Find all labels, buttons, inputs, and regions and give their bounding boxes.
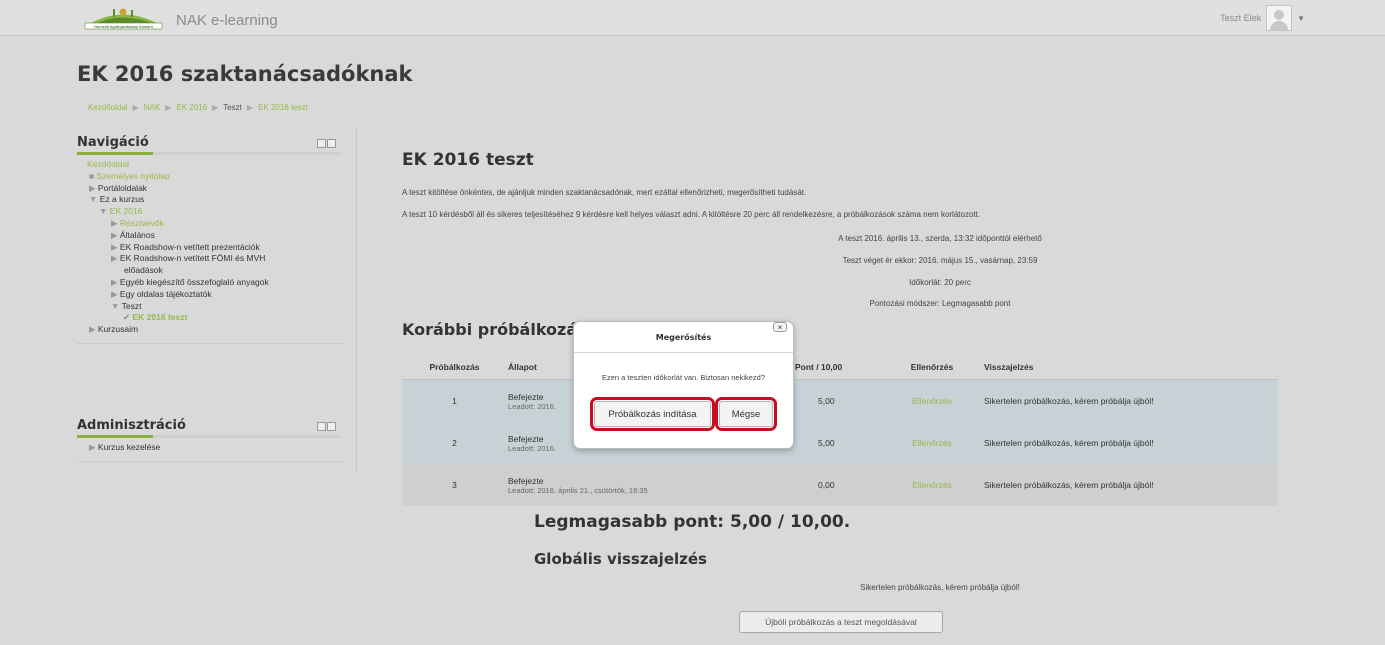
dialog-message: Ezen a teszten időkorlát van. Biztosan n…	[601, 373, 765, 382]
attempt-number: 3	[402, 464, 507, 506]
breadcrumb: Kezdőoldal ▶ NAK ▶ EK 2016 ▶ Teszt ▶ EK …	[88, 103, 308, 112]
nav-item-other-materials[interactable]: ▶ Egyéb kiegészítő összefoglaló anyagok	[77, 277, 342, 289]
nav-item-fomi-mvh[interactable]: ▶ EK Roadshow-n vetített FÖMI és MVH	[77, 253, 342, 265]
review-link[interactable]: Ellenőrzés	[881, 464, 983, 506]
breadcrumb-quiz[interactable]: EK 2016 teszt	[258, 103, 308, 112]
breadcrumb-separator-icon: ▶	[165, 103, 172, 112]
user-name[interactable]: Teszt Elek	[1220, 13, 1261, 23]
attempt-feedback: Sikertelen próbálkozás, kérem próbálja ú…	[983, 422, 1278, 464]
attempt-feedback: Sikertelen próbálkozás, kérem próbálja ú…	[983, 379, 1278, 422]
nav-item-one-page[interactable]: ▶ Egy oldalas tájékoztatók	[77, 289, 342, 301]
nav-item-dashboard[interactable]: ■ Személyes nyitólap	[77, 171, 342, 183]
nak-logo[interactable]: Nemzeti Agrárgazdasági Kamara	[83, 4, 164, 31]
attempt-number: 2	[402, 422, 507, 464]
nav-item-fomi-mvh-line2[interactable]: előadások	[77, 265, 342, 277]
navigation-block: Navigáció Kezdőoldal ■ Személyes nyitóla…	[77, 135, 342, 344]
attempts-title: Korábbi próbálkozás	[402, 320, 587, 339]
dock-icon[interactable]	[327, 422, 336, 431]
quiz-intro-2: A teszt 10 kérdésből áll és sikeres telj…	[402, 210, 981, 219]
start-attempt-button[interactable]: Próbálkozás indítása	[590, 397, 715, 431]
administration-tree: ▶ Kurzus kezelése	[77, 442, 342, 454]
quiz-icon: ✔	[123, 312, 131, 323]
user-menu[interactable]: Teszt Elek ▼	[1220, 5, 1305, 31]
nav-item-ek2016[interactable]: ▼ EK 2016	[77, 206, 342, 218]
global-feedback-title: Globális visszajelzés	[534, 550, 707, 568]
confirmation-dialog: Megerősítés × Ezen a teszten időkorlát v…	[573, 321, 794, 449]
quiz-intro-1: A teszt kitöltése önkéntes, de ajánljuk …	[402, 188, 807, 197]
attempt-grade: 5,00	[794, 379, 881, 422]
breadcrumb-section: Teszt	[223, 103, 242, 112]
nav-item-home[interactable]: Kezdőoldal	[77, 159, 342, 171]
breadcrumb-course[interactable]: EK 2016	[176, 103, 207, 112]
nav-item-general[interactable]: ▶ Általános	[77, 230, 342, 242]
review-link[interactable]: Ellenőrzés	[881, 422, 983, 464]
collapse-icon[interactable]	[317, 139, 326, 148]
dialog-title: Megerősítés	[655, 333, 712, 342]
chevron-down-icon[interactable]: ▼	[1297, 14, 1305, 23]
table-row: 3 Befejezte Leadott: 2016. április 21., c…	[402, 464, 1278, 506]
administration-title: Adminisztráció	[77, 418, 186, 433]
block-divider	[77, 342, 342, 344]
header-attempt: Próbálkozás	[429, 362, 480, 372]
site-brand[interactable]: NAK e-learning	[176, 12, 278, 29]
column-divider	[356, 128, 357, 473]
nav-item-presentations[interactable]: ▶ EK Roadshow-n vetített prezentációk	[77, 242, 342, 254]
header-grade: Pont / 10,00	[795, 362, 843, 372]
nav-item-this-course[interactable]: ▼ Ez a kurzus	[77, 194, 342, 206]
attempt-grade: 5,00	[794, 422, 881, 464]
table-row: 1 Befejezte Leadott: 2016. 5,00 Ellenőrzé…	[402, 379, 1278, 422]
quiz-open-date: A teszt 2016. április 13., szerda, 13:32…	[838, 234, 1042, 243]
breadcrumb-separator-icon: ▶	[246, 103, 254, 112]
header-feedback: Visszajelzés	[984, 362, 1034, 372]
dialog-divider	[574, 352, 793, 353]
quiz-title: EK 2016 teszt	[402, 150, 534, 170]
attempts-table: Próbálkozás Állapot Pont / 10,00 Ellenőr…	[402, 355, 1278, 506]
quiz-close-date: Teszt véget ér ekkor: 2016. május 15., v…	[842, 256, 1038, 265]
block-controls	[317, 139, 336, 148]
avatar[interactable]	[1266, 5, 1293, 31]
block-controls	[317, 422, 336, 431]
administration-block: Adminisztráció ▶ Kurzus kezelése	[77, 418, 342, 462]
breadcrumb-separator-icon: ▶	[212, 103, 219, 112]
quiz-grading-method: Pontozási módszer: Legmagasabb pont	[869, 299, 1011, 308]
nav-item-ek2016-test[interactable]: ✔ EK 2016 teszt	[77, 312, 342, 324]
header-review: Ellenőrzés	[910, 362, 954, 372]
cancel-button[interactable]: Mégse	[715, 397, 777, 431]
table-header-row: Próbálkozás Állapot Pont / 10,00 Ellenőr…	[402, 355, 1278, 380]
nav-item-participants[interactable]: ▶ Résztvevők	[77, 218, 342, 230]
quiz-time-limit: Időkorlát: 20 perc	[909, 278, 971, 287]
block-divider	[77, 460, 342, 462]
course-title: EK 2016 szaktanácsadóknak	[77, 62, 413, 86]
breadcrumb-nak[interactable]: NAK	[144, 103, 160, 112]
attempt-state: Befejezte Leadott: 2016. április 21., csü…	[507, 464, 794, 506]
attempt-number: 1	[402, 379, 507, 422]
breadcrumb-home[interactable]: Kezdőoldal	[88, 103, 128, 112]
block-underline	[77, 152, 342, 155]
best-grade: Legmagasabb pont: 5,00 / 10,00.	[534, 512, 851, 532]
collapse-icon[interactable]	[317, 422, 326, 431]
nav-item-test[interactable]: ▼ Teszt	[77, 301, 342, 313]
admin-item-course-management[interactable]: ▶ Kurzus kezelése	[77, 442, 342, 454]
block-underline	[77, 435, 342, 438]
top-navbar: Nemzeti Agrárgazdasági Kamara NAK e-lear…	[0, 0, 1385, 36]
attempt-feedback: Sikertelen próbálkozás, kérem próbálja ú…	[983, 464, 1278, 506]
review-link[interactable]: Ellenőrzés	[881, 379, 983, 422]
navigation-tree: Kezdőoldal ■ Személyes nyitólap ▶ Portál…	[77, 159, 342, 336]
nav-item-site-pages[interactable]: ▶ Portáloldalak	[77, 183, 342, 195]
reattempt-button[interactable]: Újbóli próbálkozás a teszt megoldásával	[739, 611, 943, 633]
nav-item-my-courses[interactable]: ▶ Kurzusaim	[77, 324, 342, 336]
global-feedback-text: Sikertelen próbálkozás, kérem próbálja ú…	[860, 583, 1020, 592]
dock-icon[interactable]	[327, 139, 336, 148]
logo-text: Nemzeti Agrárgazdasági Kamara	[94, 24, 153, 29]
table-row: 2 Befejezte Leadott: 2016. 5,00 Ellenőrzé…	[402, 422, 1278, 464]
close-icon[interactable]: ×	[773, 322, 787, 332]
navigation-title: Navigáció	[77, 135, 149, 150]
breadcrumb-separator-icon: ▶	[132, 103, 139, 112]
attempt-grade: 0,00	[794, 464, 881, 506]
